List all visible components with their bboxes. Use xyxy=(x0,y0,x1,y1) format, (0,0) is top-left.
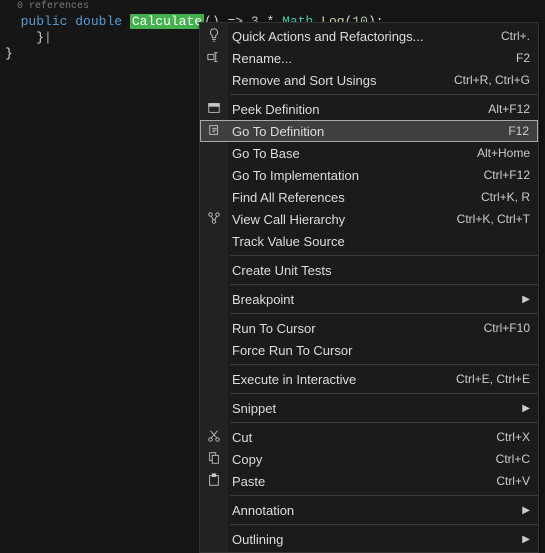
menu-item-quick-actions-and-refactorings[interactable]: Quick Actions and Refactorings...Ctrl+. xyxy=(200,25,538,47)
menu-item-label: Peek Definition xyxy=(232,102,488,117)
menu-shortcut: Alt+Home xyxy=(477,146,530,160)
menu-item-paste[interactable]: PasteCtrl+V xyxy=(200,470,538,492)
menu-item-label: Snippet xyxy=(232,401,522,416)
menu-item-go-to-definition[interactable]: Go To DefinitionF12 xyxy=(200,120,538,142)
method-highlight: Calculate xyxy=(130,14,204,29)
codelens-text[interactable]: 0 references xyxy=(5,0,540,14)
menu-shortcut: Ctrl+E, Ctrl+E xyxy=(456,372,530,386)
menu-item-copy[interactable]: CopyCtrl+C xyxy=(200,448,538,470)
menu-item-label: Go To Implementation xyxy=(232,168,484,183)
submenu-arrow-icon: ▶ xyxy=(522,403,530,414)
menu-item-outlining[interactable]: Outlining▶ xyxy=(200,528,538,550)
menu-item-remove-and-sort-usings[interactable]: Remove and Sort UsingsCtrl+R, Ctrl+G xyxy=(200,69,538,91)
menu-shortcut: F2 xyxy=(516,51,530,65)
menu-item-label: Paste xyxy=(232,474,496,489)
submenu-arrow-icon: ▶ xyxy=(522,534,530,545)
submenu-arrow-icon: ▶ xyxy=(522,505,530,516)
menu-item-label: Rename... xyxy=(232,51,516,66)
menu-item-find-all-references[interactable]: Find All ReferencesCtrl+K, R xyxy=(200,186,538,208)
keyword: public xyxy=(21,14,68,29)
cut-icon xyxy=(200,429,228,446)
menu-item-go-to-implementation[interactable]: Go To ImplementationCtrl+F12 xyxy=(200,164,538,186)
menu-item-run-to-cursor[interactable]: Run To CursorCtrl+F10 xyxy=(200,317,538,339)
copy-icon xyxy=(200,451,228,468)
hierarchy-icon xyxy=(200,211,228,228)
menu-shortcut: Ctrl+X xyxy=(496,430,530,444)
menu-item-track-value-source[interactable]: Track Value Source xyxy=(200,230,538,252)
bulb-icon xyxy=(200,28,228,45)
menu-shortcut: Ctrl+F10 xyxy=(484,321,530,335)
menu-shortcut: Ctrl+. xyxy=(501,29,530,43)
menu-separator xyxy=(230,94,538,95)
menu-separator xyxy=(230,364,538,365)
menu-separator xyxy=(230,393,538,394)
menu-item-label: View Call Hierarchy xyxy=(232,212,457,227)
menu-item-go-to-base[interactable]: Go To BaseAlt+Home xyxy=(200,142,538,164)
menu-separator xyxy=(230,495,538,496)
menu-shortcut: Ctrl+K, R xyxy=(481,190,530,204)
context-menu[interactable]: Quick Actions and Refactorings...Ctrl+.R… xyxy=(199,22,539,553)
menu-item-label: Outlining xyxy=(232,532,522,547)
keyword: double xyxy=(75,14,122,29)
peek-icon xyxy=(200,101,228,118)
menu-item-label: Quick Actions and Refactorings... xyxy=(232,29,501,44)
menu-item-label: Force Run To Cursor xyxy=(232,343,530,358)
paste-icon xyxy=(200,473,228,490)
menu-separator xyxy=(230,524,538,525)
rename-icon xyxy=(200,50,228,67)
menu-item-execute-in-interactive[interactable]: Execute in InteractiveCtrl+E, Ctrl+E xyxy=(200,368,538,390)
menu-shortcut: Ctrl+K, Ctrl+T xyxy=(457,212,530,226)
menu-item-label: Execute in Interactive xyxy=(232,372,456,387)
caret: | xyxy=(44,30,52,45)
menu-item-peek-definition[interactable]: Peek DefinitionAlt+F12 xyxy=(200,98,538,120)
menu-item-view-call-hierarchy[interactable]: View Call HierarchyCtrl+K, Ctrl+T xyxy=(200,208,538,230)
menu-separator xyxy=(230,255,538,256)
menu-item-rename[interactable]: Rename...F2 xyxy=(200,47,538,69)
menu-item-breakpoint[interactable]: Breakpoint▶ xyxy=(200,288,538,310)
menu-item-label: Annotation xyxy=(232,503,522,518)
menu-item-label: Run To Cursor xyxy=(232,321,484,336)
menu-separator xyxy=(230,422,538,423)
menu-item-label: Remove and Sort Usings xyxy=(232,73,454,88)
menu-shortcut: Ctrl+C xyxy=(496,452,530,466)
goto-icon xyxy=(201,123,229,140)
menu-item-cut[interactable]: CutCtrl+X xyxy=(200,426,538,448)
menu-item-label: Go To Definition xyxy=(232,124,508,139)
menu-shortcut: F12 xyxy=(508,124,529,138)
menu-item-force-run-to-cursor[interactable]: Force Run To Cursor xyxy=(200,339,538,361)
menu-separator xyxy=(230,284,538,285)
submenu-arrow-icon: ▶ xyxy=(522,294,530,305)
menu-item-snippet[interactable]: Snippet▶ xyxy=(200,397,538,419)
menu-item-label: Go To Base xyxy=(232,146,477,161)
menu-item-annotation[interactable]: Annotation▶ xyxy=(200,499,538,521)
menu-item-label: Track Value Source xyxy=(232,234,530,249)
menu-item-label: Breakpoint xyxy=(232,292,522,307)
menu-separator xyxy=(230,313,538,314)
menu-item-create-unit-tests[interactable]: Create Unit Tests xyxy=(200,259,538,281)
menu-item-label: Create Unit Tests xyxy=(232,263,530,278)
menu-shortcut: Ctrl+F12 xyxy=(484,168,530,182)
menu-item-label: Find All References xyxy=(232,190,481,205)
menu-item-label: Cut xyxy=(232,430,496,445)
menu-shortcut: Alt+F12 xyxy=(488,102,530,116)
menu-item-label: Copy xyxy=(232,452,496,467)
menu-shortcut: Ctrl+V xyxy=(496,474,530,488)
menu-shortcut: Ctrl+R, Ctrl+G xyxy=(454,73,530,87)
